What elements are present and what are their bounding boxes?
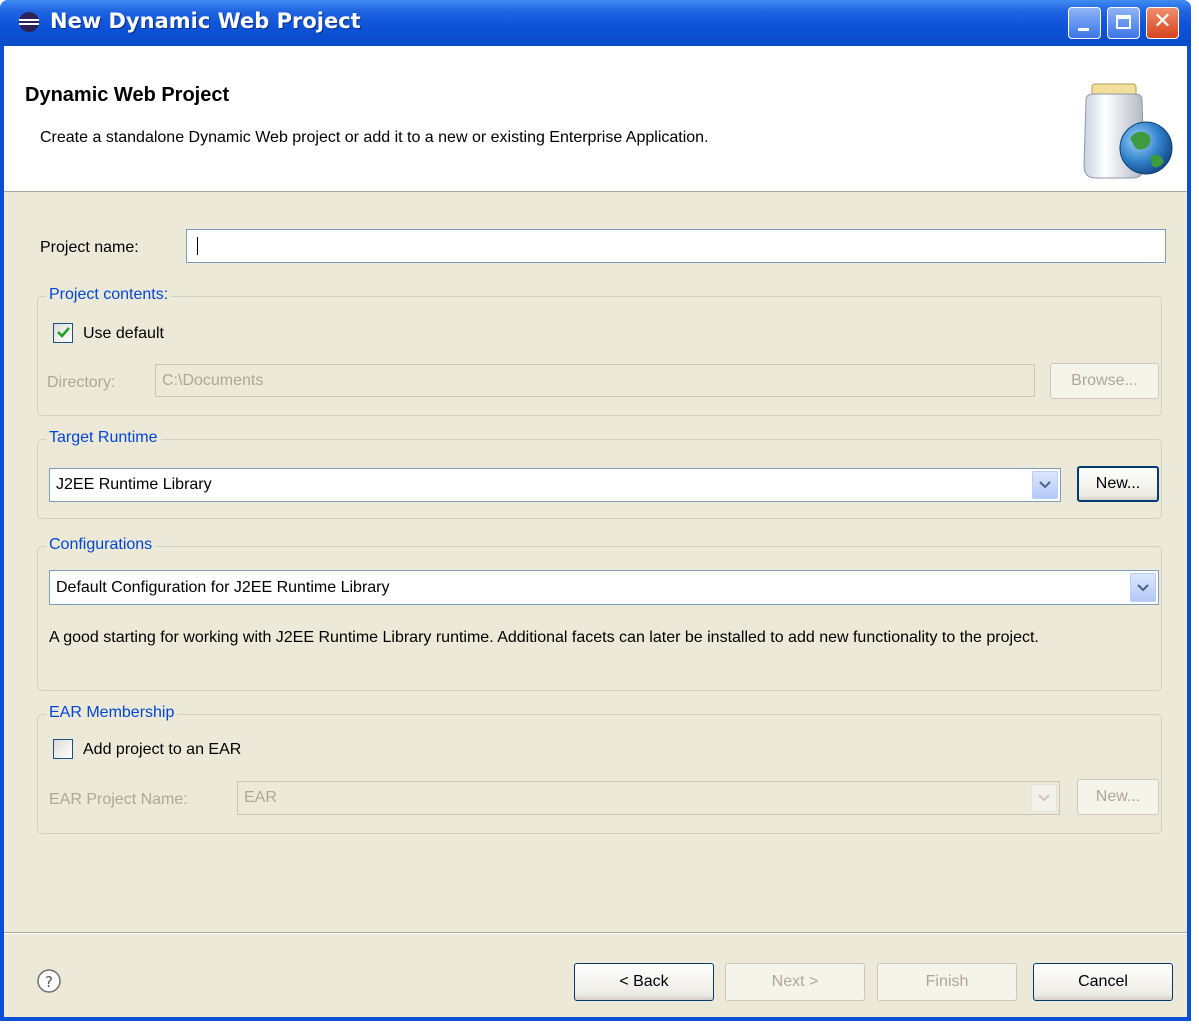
directory-input[interactable]: C:\Documents xyxy=(155,364,1035,397)
dialog-client-area: Dynamic Web Project Create a standalone … xyxy=(4,46,1187,1017)
directory-label: Directory: xyxy=(47,374,116,391)
ear-membership-title: EAR Membership xyxy=(46,704,178,722)
project-name-input[interactable] xyxy=(186,229,1166,263)
next-button[interactable]: Next > xyxy=(725,963,865,1001)
close-icon: ✕ xyxy=(1153,9,1172,34)
finish-button[interactable]: Finish xyxy=(877,963,1017,1001)
chevron-down-icon xyxy=(1039,481,1051,489)
target-runtime-value: J2EE Runtime Library xyxy=(56,476,212,493)
maximize-button[interactable] xyxy=(1107,7,1140,39)
back-button[interactable]: < Back xyxy=(574,963,714,1001)
configuration-select[interactable]: Default Configuration for J2EE Runtime L… xyxy=(49,570,1159,605)
eclipse-icon xyxy=(19,12,39,32)
footer-separator xyxy=(4,932,1187,934)
minimize-button[interactable] xyxy=(1068,7,1101,39)
page-title: Dynamic Web Project xyxy=(25,84,230,106)
add-to-ear-label: Add project to an EAR xyxy=(83,741,242,758)
ear-membership-group: EAR Membership xyxy=(37,704,1162,834)
ear-project-name-label: EAR Project Name: xyxy=(49,791,188,808)
dialog-window: New Dynamic Web Project ✕ Dynamic Web Pr… xyxy=(0,0,1191,1021)
configuration-description: A good starting for working with J2EE Ru… xyxy=(49,629,1039,646)
use-default-label: Use default xyxy=(83,325,164,342)
ear-project-dropdown-button[interactable] xyxy=(1031,784,1057,812)
minimize-icon xyxy=(1078,28,1089,31)
project-name-label: Project name: xyxy=(40,239,139,256)
target-runtime-title: Target Runtime xyxy=(46,429,161,447)
target-runtime-dropdown-button[interactable] xyxy=(1032,471,1058,499)
help-icon[interactable]: ? xyxy=(36,968,62,994)
target-runtime-new-button[interactable]: New... xyxy=(1077,466,1159,502)
close-button[interactable]: ✕ xyxy=(1146,7,1179,39)
configurations-title: Configurations xyxy=(46,536,156,554)
maximize-icon xyxy=(1116,15,1131,29)
target-runtime-select[interactable]: J2EE Runtime Library xyxy=(49,468,1061,502)
add-to-ear-checkbox[interactable] xyxy=(53,739,73,759)
configuration-dropdown-button[interactable] xyxy=(1130,573,1156,602)
project-contents-title: Project contents: xyxy=(46,286,172,304)
chevron-down-icon xyxy=(1137,583,1149,591)
checkmark-icon xyxy=(57,327,70,338)
chevron-down-icon xyxy=(1038,794,1050,802)
cancel-button[interactable]: Cancel xyxy=(1033,963,1173,1001)
configuration-value: Default Configuration for J2EE Runtime L… xyxy=(56,578,390,596)
ear-new-button[interactable]: New... xyxy=(1077,779,1159,815)
wizard-banner: Dynamic Web Project Create a standalone … xyxy=(4,46,1187,192)
project-contents-group: Project contents: xyxy=(37,286,1162,416)
svg-text:?: ? xyxy=(45,973,53,991)
browse-button[interactable]: Browse... xyxy=(1050,363,1159,399)
title-bar[interactable]: New Dynamic Web Project ✕ xyxy=(0,0,1191,46)
web-project-jar-globe-icon xyxy=(1083,83,1173,179)
page-description: Create a standalone Dynamic Web project … xyxy=(40,129,709,146)
window-title: New Dynamic Web Project xyxy=(50,9,361,33)
ear-project-name-select[interactable]: EAR xyxy=(237,781,1060,815)
text-caret xyxy=(197,237,198,255)
configurations-group: Configurations xyxy=(37,536,1162,691)
use-default-checkbox[interactable] xyxy=(53,323,73,343)
ear-project-name-value: EAR xyxy=(244,789,277,806)
